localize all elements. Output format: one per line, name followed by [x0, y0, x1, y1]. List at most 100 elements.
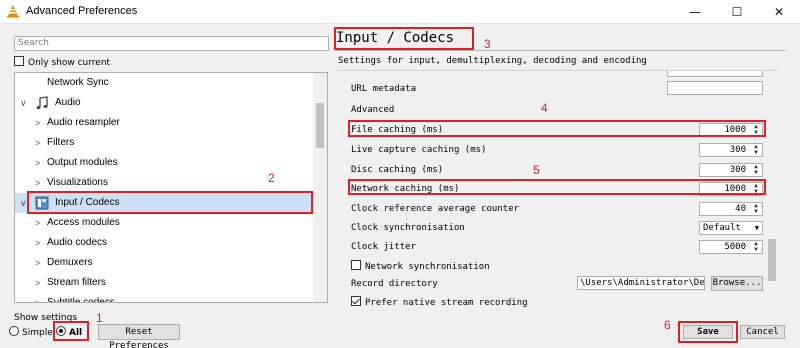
- clock-reference-label: Clock reference average counter: [351, 204, 519, 214]
- live-capture-caching-spinbox[interactable]: 300 ▲ ▼: [699, 143, 763, 157]
- tree-item-label: Output modules: [47, 157, 118, 168]
- previous-field[interactable]: [667, 71, 763, 77]
- record-directory-label: Record directory: [351, 279, 438, 289]
- expand-arrow-icon[interactable]: >: [35, 133, 40, 153]
- tree-item-filters[interactable]: > Filters: [15, 133, 314, 153]
- reset-preferences-button[interactable]: Reset Preferences: [98, 324, 180, 348]
- minimize-button[interactable]: —: [674, 0, 716, 24]
- window-title: Advanced Preferences: [26, 5, 138, 17]
- url-metadata-label: URL metadata: [351, 84, 417, 94]
- clock-reference-spinbox[interactable]: 40 ▲ ▼: [699, 202, 763, 216]
- expand-arrow-icon[interactable]: >: [35, 173, 40, 193]
- page-subtitle: Settings for input, demultiplexing, deco…: [338, 56, 647, 66]
- clock-jitter-value: 5000: [724, 242, 746, 252]
- tree-scrollbar[interactable]: [313, 73, 327, 302]
- music-note-icon: [36, 96, 48, 109]
- advanced-section-label: Advanced: [351, 105, 395, 115]
- spin-arrows-icon[interactable]: ▲ ▼: [751, 203, 761, 215]
- search-input[interactable]: Search: [14, 36, 329, 51]
- expand-arrow-icon[interactable]: >: [35, 293, 40, 302]
- checkbox-box[interactable]: [351, 260, 361, 270]
- tree-item-label: Visualizations: [47, 177, 108, 188]
- annotation-box-2: [27, 191, 313, 214]
- clock-sync-value: Default: [703, 223, 741, 233]
- annotation-number-4: 4: [541, 101, 548, 115]
- annotation-number-5: 5: [533, 163, 540, 177]
- tree-item-label: Audio resampler: [47, 117, 120, 128]
- annotation-box-6: [678, 321, 738, 343]
- browse-button[interactable]: Browse...: [711, 276, 763, 291]
- vlc-cone-icon: [7, 5, 19, 18]
- tree-item-audio-resampler[interactable]: > Audio resampler: [15, 113, 314, 133]
- tree-item-audio[interactable]: ∨ Audio: [15, 93, 314, 113]
- collapse-arrow-icon[interactable]: ∨: [20, 93, 27, 113]
- tree-item-label: Subtitle codecs: [47, 297, 115, 303]
- tree-item-output-modules[interactable]: > Output modules: [15, 153, 314, 173]
- title-bar: Advanced Preferences — ☐ ✕: [0, 0, 800, 24]
- settings-scrollbar[interactable]: [766, 71, 778, 310]
- tree-item-label: Demuxers: [47, 257, 93, 268]
- close-button[interactable]: ✕: [758, 0, 800, 24]
- annotation-number-6: 6: [664, 318, 671, 332]
- tree-item-stream-filters[interactable]: > Stream filters: [15, 273, 314, 293]
- cancel-button[interactable]: Cancel: [740, 325, 785, 339]
- expand-arrow-icon[interactable]: >: [35, 153, 40, 173]
- expand-arrow-icon[interactable]: >: [35, 233, 40, 253]
- disc-caching-value: 300: [729, 165, 746, 175]
- spin-arrows-icon[interactable]: ▲ ▼: [751, 164, 761, 176]
- clock-reference-value: 40: [735, 204, 746, 214]
- preferences-tree[interactable]: Network Sync ∨ Audio > Audio resampler >…: [14, 72, 328, 303]
- live-capture-caching-label: Live capture caching (ms): [351, 145, 487, 155]
- spin-arrows-icon[interactable]: ▲ ▼: [751, 144, 761, 156]
- network-sync-label: Network synchronisation: [365, 262, 490, 272]
- tree-item-subtitle-codecs[interactable]: > Subtitle codecs: [15, 293, 314, 303]
- annotation-box-3: [334, 27, 474, 50]
- tree-item-label: Audio: [55, 97, 81, 108]
- tree-item-label: Access modules: [47, 217, 120, 228]
- network-sync-checkbox[interactable]: Network synchronisation: [351, 260, 490, 272]
- radio-circle[interactable]: [9, 326, 19, 336]
- spin-arrows-icon[interactable]: ▲ ▼: [751, 241, 761, 253]
- chevron-down-icon: ▼: [754, 224, 759, 232]
- expand-arrow-icon[interactable]: >: [35, 113, 40, 133]
- only-show-current-checkbox[interactable]: Only show current: [14, 56, 110, 68]
- header-divider: [336, 50, 786, 51]
- maximize-button[interactable]: ☐: [716, 0, 758, 24]
- url-metadata-input[interactable]: [667, 81, 763, 95]
- prefer-native-checkbox[interactable]: Prefer native stream recording: [351, 296, 528, 308]
- tree-item-label: Stream filters: [47, 277, 106, 288]
- tree-item-label: Audio codecs: [47, 237, 108, 248]
- annotation-number-1: 1: [96, 311, 103, 325]
- annotation-box-5: [348, 179, 766, 195]
- checkbox-box[interactable]: [14, 56, 24, 66]
- clock-sync-select[interactable]: Default ▼: [699, 221, 763, 235]
- simple-label: Simple: [22, 328, 53, 338]
- tree-item-label: Filters: [47, 137, 75, 148]
- tree-item-audio-codecs[interactable]: > Audio codecs: [15, 233, 314, 253]
- tree-item-demuxers[interactable]: > Demuxers: [15, 253, 314, 273]
- tree-item-label: Network Sync: [47, 77, 109, 88]
- tree-item-access-modules[interactable]: > Access modules: [15, 213, 314, 233]
- tree-scrollbar-thumb[interactable]: [316, 103, 324, 148]
- annotation-box-4: [348, 120, 766, 137]
- only-show-current-label: Only show current: [28, 58, 111, 68]
- annotation-box-1: [53, 321, 89, 341]
- prefer-native-label: Prefer native stream recording: [365, 298, 528, 308]
- live-capture-caching-value: 300: [729, 145, 746, 155]
- simple-radio[interactable]: Simple: [9, 326, 53, 338]
- expand-arrow-icon[interactable]: >: [35, 273, 40, 293]
- checkbox-box[interactable]: [351, 296, 361, 306]
- annotation-number-2: 2: [268, 171, 275, 185]
- clock-sync-label: Clock synchronisation: [351, 223, 465, 233]
- tree-item-network-sync[interactable]: Network Sync: [15, 73, 314, 93]
- clock-jitter-spinbox[interactable]: 5000 ▲ ▼: [699, 240, 763, 254]
- expand-arrow-icon[interactable]: >: [35, 213, 40, 233]
- expand-arrow-icon[interactable]: >: [35, 253, 40, 273]
- annotation-number-3: 3: [484, 37, 491, 51]
- record-directory-input[interactable]: \Users\Administrator\Desktop: [577, 276, 705, 290]
- disc-caching-spinbox[interactable]: 300 ▲ ▼: [699, 163, 763, 177]
- disc-caching-label: Disc caching (ms): [351, 165, 444, 175]
- clock-jitter-label: Clock jitter: [351, 242, 417, 252]
- settings-scrollbar-thumb[interactable]: [768, 239, 776, 281]
- collapse-arrow-icon[interactable]: ∨: [20, 193, 27, 213]
